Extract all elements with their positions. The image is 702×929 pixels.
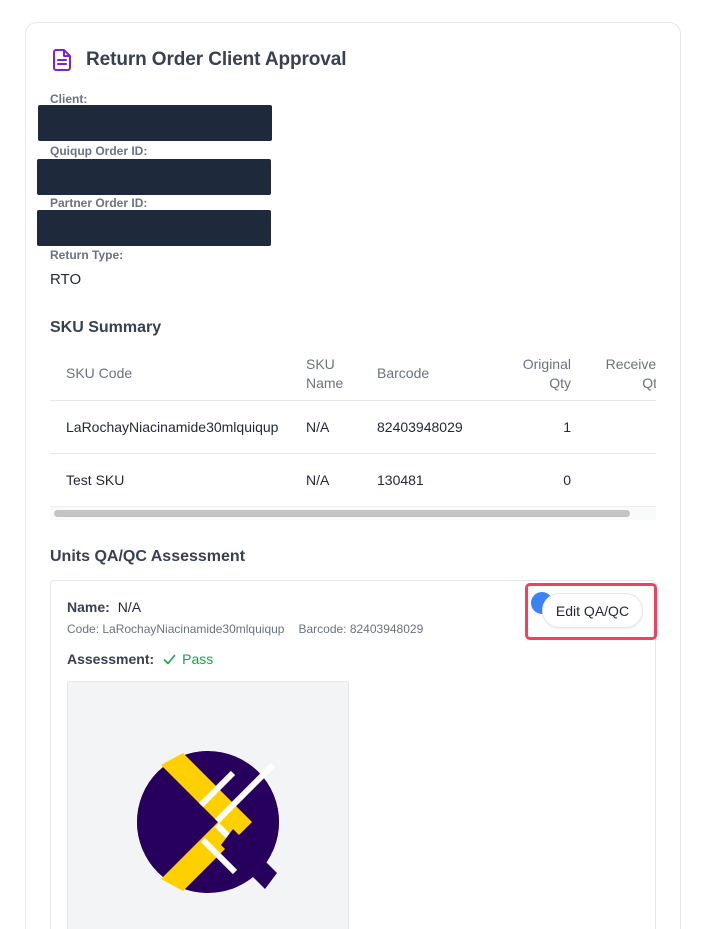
check-icon <box>163 654 176 664</box>
table-header-row: SKU Code SKU Name Barcode Original Qty R… <box>50 348 656 400</box>
cell-sku-code: LaRochayNiacinamide30mlquiqup <box>66 418 279 435</box>
cell-sku-name: N/A <box>306 418 330 435</box>
qa-barcode: Barcode: 82403948029 <box>298 622 424 636</box>
cell-received-qty <box>577 400 656 453</box>
cell-original-qty: 1 <box>563 418 571 435</box>
qa-assessment: Assessment: Pass <box>67 651 213 667</box>
table-horizontal-scrollbar[interactable] <box>50 506 656 520</box>
quiqup-order-id-value-redacted <box>37 159 271 195</box>
column-header-barcode: Barcode <box>377 365 430 382</box>
cell-received-qty <box>577 453 656 506</box>
column-header-sku-name: SKU Name <box>306 355 344 391</box>
edit-qa-qc-button[interactable]: Edit QA/QC <box>542 593 643 628</box>
cell-barcode: 130481 <box>377 471 424 488</box>
column-header-original-qty: Original Qty <box>522 355 571 391</box>
client-value-redacted <box>38 105 272 141</box>
qa-name-value: N/A <box>117 599 142 615</box>
table-row: Test SKU N/A 130481 0 <box>50 453 656 506</box>
document-text-icon <box>51 48 73 72</box>
qa-name-label: Name: <box>67 599 110 615</box>
sku-summary-table-container[interactable]: SKU Code SKU Name Barcode Original Qty R… <box>50 348 656 520</box>
partner-order-id-label: Partner Order ID: <box>50 196 148 210</box>
page-title: Return Order Client Approval <box>86 49 347 70</box>
cell-sku-code: Test SKU <box>66 471 125 488</box>
qa-assessment-title: Units QA/QC Assessment <box>50 548 246 565</box>
return-type-label: Return Type: <box>50 248 124 262</box>
return-type-value: RTO <box>50 271 82 288</box>
partner-order-id-value-redacted <box>37 210 271 246</box>
qa-unit-name: Name: N/A <box>67 599 141 615</box>
page-header: Return Order Client Approval <box>51 48 347 72</box>
assessment-label: Assessment: <box>67 651 155 667</box>
cell-sku-name: N/A <box>306 471 330 488</box>
column-header-sku-code: SKU Code <box>66 365 133 382</box>
quiqup-logo-icon <box>137 751 279 893</box>
qa-code: Code: LaRochayNiacinamide30mlquiqup <box>67 622 285 636</box>
sku-summary-table: SKU Code SKU Name Barcode Original Qty R… <box>50 348 656 507</box>
cell-original-qty: 0 <box>563 471 571 488</box>
client-label: Client: <box>50 92 88 106</box>
column-header-received-qty: Received Qty <box>605 355 656 391</box>
qa-unit-meta: Code: LaRochayNiacinamide30mlquiqup Barco… <box>67 622 423 636</box>
sku-summary-title: SKU Summary <box>50 319 162 336</box>
table-row: LaRochayNiacinamide30mlquiqup N/A 824039… <box>50 400 656 453</box>
assessment-status: Pass <box>163 651 213 667</box>
scrollbar-thumb[interactable] <box>54 510 630 517</box>
quiqup-order-id-label: Quiqup Order ID: <box>50 144 148 158</box>
assessment-value: Pass <box>182 651 214 667</box>
cell-barcode: 82403948029 <box>377 418 463 435</box>
